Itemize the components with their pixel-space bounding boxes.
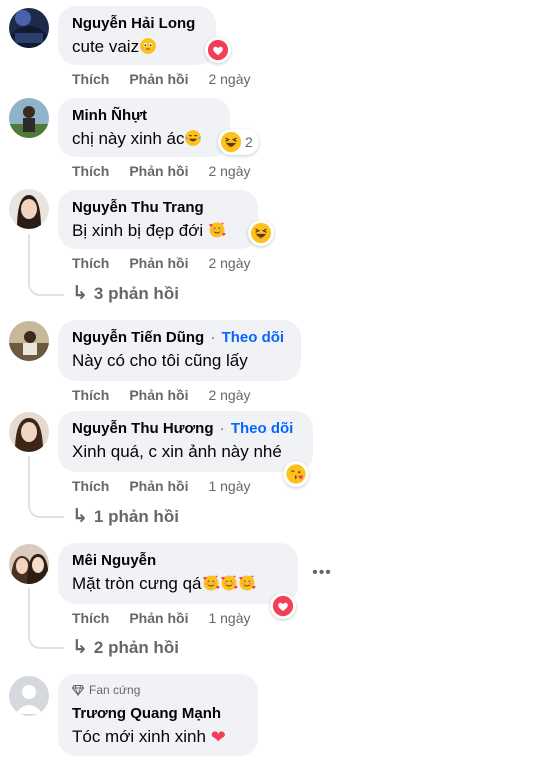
avatar[interactable] — [9, 544, 49, 584]
heart-reaction-icon — [272, 595, 294, 617]
comment-text: Bị xinh bị đẹp đới — [72, 221, 204, 240]
comment-author[interactable]: Nguyễn Thu Trang — [72, 198, 244, 217]
comment-author[interactable]: Mêi Nguyễn — [72, 551, 284, 570]
comment-bubble: Mêi Nguyễn Mặt tròn cưng qá — [58, 543, 298, 604]
comment-text: chị này xinh ác — [72, 129, 185, 148]
comment-bubble: Nguyễn Tiến Dũng · Theo dõi Này có cho t… — [58, 320, 301, 381]
comment-author[interactable]: Nguyễn Thu Hương — [72, 420, 214, 437]
smiling-face-with-hearts-emoji-icon — [202, 574, 220, 592]
avatar[interactable] — [9, 8, 49, 48]
view-replies-button[interactable]: ↳ 3 phản hồi — [72, 283, 179, 305]
reaction-summary[interactable]: 2 — [218, 129, 259, 155]
reaction-summary[interactable] — [270, 593, 296, 619]
avatar[interactable] — [9, 321, 49, 361]
comment-bubble: Nguyễn Thu Hương · Theo dõi Xinh quá, c … — [58, 411, 313, 472]
follow-button[interactable]: Theo dõi — [222, 329, 285, 346]
comment-bubble: Nguyễn Thu Trang Bị xinh bị đẹp đới — [58, 190, 258, 249]
like-button[interactable]: Thích — [72, 255, 109, 271]
face-holding-back-tears-emoji-icon — [139, 37, 157, 55]
reply-button[interactable]: Phản hồi — [129, 163, 188, 179]
heart-reaction-icon — [207, 39, 229, 61]
reply-button[interactable]: Phản hồi — [129, 71, 188, 87]
comment-text: Này có cho tôi cũng lấy — [72, 351, 248, 370]
comment-timestamp[interactable]: 2 ngày — [208, 387, 250, 403]
comment-timestamp[interactable]: 2 ngày — [208, 163, 250, 179]
comment-timestamp[interactable]: 2 ngày — [208, 71, 250, 87]
comment-timestamp[interactable]: 1 ngày — [208, 478, 250, 494]
reply-arrow-icon: ↳ — [72, 506, 88, 527]
comment-text: Mặt tròn cưng qá — [72, 574, 202, 593]
reaction-summary[interactable] — [248, 220, 274, 246]
comment-actions: Thích Phản hồi 2 ngày — [72, 254, 251, 272]
reply-button[interactable]: Phản hồi — [129, 478, 188, 494]
comment-actions: Thích Phản hồi 1 ngày — [72, 477, 251, 495]
reaction-summary[interactable] — [283, 461, 309, 487]
smiling-face-with-hearts-emoji-icon — [238, 574, 256, 592]
comment-timestamp[interactable]: 2 ngày — [208, 255, 250, 271]
comment-text: Tóc mới xinh xinh — [72, 727, 206, 746]
comment-text: cute vaiz — [72, 37, 140, 56]
comment-author[interactable]: Nguyễn Hải Long — [72, 14, 202, 33]
like-button[interactable]: Thích — [72, 71, 109, 87]
avatar[interactable] — [9, 98, 49, 138]
comment-timestamp[interactable]: 1 ngày — [208, 610, 250, 626]
comment-bubble: Nguyễn Hải Long cute vaiz — [58, 6, 216, 65]
smiling-face-with-hearts-emoji-icon — [220, 574, 238, 592]
view-replies-button[interactable]: ↳ 1 phản hồi — [72, 506, 179, 528]
comment-author[interactable]: Trương Quang Mạnh — [72, 704, 244, 723]
comment-actions: Thích Phản hồi 2 ngày — [72, 70, 251, 88]
avatar[interactable] — [9, 676, 49, 716]
comment-author[interactable]: Nguyễn Tiến Dũng — [72, 329, 204, 346]
like-button[interactable]: Thích — [72, 478, 109, 494]
face-with-tears-of-joy-emoji-icon — [184, 129, 202, 147]
reply-button[interactable]: Phản hồi — [129, 387, 188, 403]
more-options-icon[interactable]: ••• — [310, 561, 334, 585]
comment-text: Xinh quá, c xin ảnh này nhé — [72, 442, 282, 461]
thread-connector — [28, 588, 64, 649]
reaction-count: 2 — [245, 134, 253, 150]
reaction-summary[interactable] — [205, 37, 231, 63]
red-heart-emoji-icon: ❤ — [210, 727, 226, 747]
thread-connector — [28, 456, 64, 518]
comment-actions: Thích Phản hồi 2 ngày — [72, 162, 251, 180]
replies-count-label: 1 phản hồi — [93, 507, 179, 526]
replies-count-label: 3 phản hồi — [93, 284, 179, 303]
comment-actions: Thích Phản hồi 1 ngày — [72, 609, 251, 627]
top-fan-badge: Fan cứng — [72, 682, 244, 698]
top-fan-label: Fan cứng — [89, 683, 141, 697]
avatar[interactable] — [9, 189, 49, 229]
haha-reaction-icon — [250, 222, 272, 244]
follow-button[interactable]: Theo dõi — [231, 420, 294, 437]
comment-bubble: Minh Ñhựt chị này xinh ác — [58, 98, 230, 157]
view-replies-button[interactable]: ↳ 2 phản hồi — [72, 637, 179, 659]
reply-arrow-icon: ↳ — [72, 283, 88, 304]
reply-button[interactable]: Phản hồi — [129, 255, 188, 271]
like-button[interactable]: Thích — [72, 163, 109, 179]
like-button[interactable]: Thích — [72, 387, 109, 403]
avatar[interactable] — [9, 412, 49, 452]
smiling-face-with-hearts-emoji-icon — [208, 221, 226, 239]
comment-author[interactable]: Minh Ñhựt — [72, 106, 216, 125]
comment-bubble: Fan cứng Trương Quang Mạnh Tóc mới xinh … — [58, 674, 258, 756]
thread-connector — [28, 234, 64, 296]
haha-reaction-icon — [220, 131, 242, 153]
face-blowing-kiss-reaction-icon — [285, 463, 307, 485]
diamond-badge-icon — [72, 684, 84, 696]
reply-button[interactable]: Phản hồi — [129, 610, 188, 626]
reply-arrow-icon: ↳ — [72, 637, 88, 658]
like-button[interactable]: Thích — [72, 610, 109, 626]
comment-actions: Thích Phản hồi 2 ngày — [72, 386, 251, 404]
replies-count-label: 2 phản hồi — [93, 638, 179, 657]
